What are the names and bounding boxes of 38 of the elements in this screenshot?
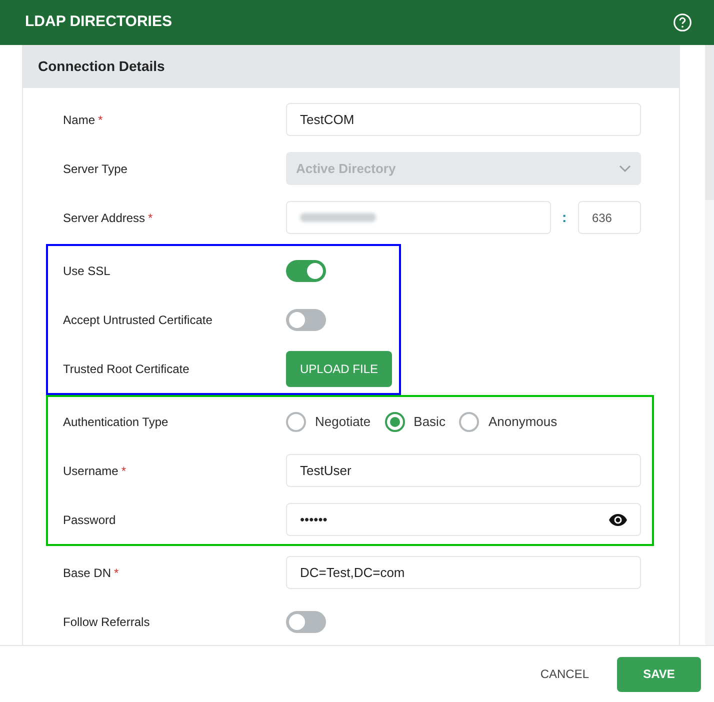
address-field[interactable] [286, 201, 551, 234]
eye-icon[interactable] [609, 514, 627, 526]
help-icon[interactable] [673, 13, 692, 32]
field-label: Use SSL [63, 262, 110, 280]
toggle-switch[interactable] [286, 610, 326, 632]
field-label: Username [63, 462, 118, 480]
required-asterisk: * [148, 210, 153, 226]
field-label: Password [63, 512, 116, 528]
cancel-button[interactable]: CANCEL [540, 665, 589, 683]
radio-label: Negotiate [315, 412, 371, 431]
radio-label: Anonymous [488, 412, 558, 431]
field-label: Server Type [63, 160, 128, 178]
text-field[interactable]: DC=Test,DC=com [286, 556, 641, 589]
scrollbar-thumb[interactable] [705, 45, 714, 200]
text-field[interactable]: TestUser [286, 454, 641, 487]
toggle-switch[interactable] [286, 260, 326, 282]
field-label: Name [63, 112, 96, 128]
radio-button[interactable] [459, 412, 480, 432]
radio-button[interactable] [384, 412, 405, 432]
port-field[interactable]: 636 [578, 201, 641, 234]
required-asterisk: * [121, 462, 126, 480]
field-label: Server Address [63, 210, 146, 226]
toggle-switch[interactable] [286, 308, 326, 330]
radio-button[interactable] [286, 412, 306, 432]
field-label: Accept Untrusted Certificate [63, 312, 212, 328]
radio-label: Basic [414, 412, 446, 431]
required-asterisk: * [114, 564, 119, 582]
card-title: Connection Details [38, 57, 165, 76]
field-label: Follow Referrals [63, 614, 150, 630]
password-field[interactable]: •••••• [286, 503, 641, 536]
chevron-down-icon [619, 164, 631, 172]
field-label: Trusted Root Certificate [63, 360, 190, 378]
port-separator: : [560, 208, 568, 227]
page-title: LDAP DIRECTORIES [25, 12, 172, 32]
text-field[interactable]: TestCOM [286, 103, 641, 136]
field-label: Base DN [63, 564, 112, 582]
required-asterisk: * [98, 112, 103, 128]
field-label: Authentication Type [63, 414, 168, 430]
